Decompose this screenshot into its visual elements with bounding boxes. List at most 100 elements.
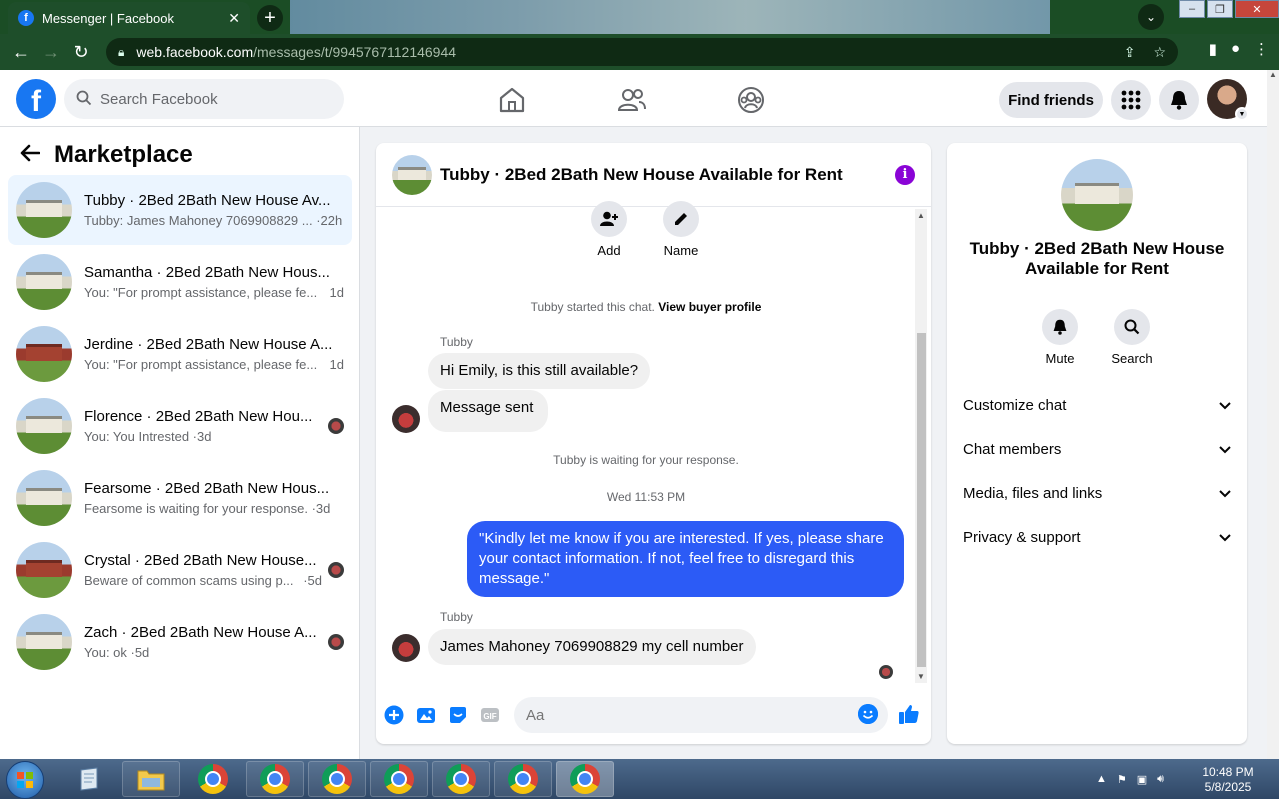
- sender-avatar[interactable]: [392, 405, 420, 433]
- listing-thumbnail: [16, 182, 72, 238]
- groups-icon[interactable]: [736, 85, 766, 115]
- scrollbar-thumb[interactable]: [917, 333, 926, 667]
- chat-item-jerdine[interactable]: Jerdine · 2Bed 2Bath New House A... You:…: [8, 319, 352, 389]
- chrome-icon[interactable]: [184, 761, 242, 797]
- scroll-up-arrow-icon[interactable]: ▲: [1267, 70, 1279, 79]
- share-icon[interactable]: ⇪: [1124, 44, 1136, 61]
- chat-time: 1d: [329, 357, 344, 372]
- tab-close-icon[interactable]: ✕: [228, 10, 240, 27]
- scroll-up-arrow-icon[interactable]: ▲: [915, 211, 927, 220]
- gif-icon[interactable]: GIF: [480, 705, 500, 725]
- scroll-down-arrow-icon[interactable]: ▼: [915, 672, 927, 681]
- listing-thumbnail[interactable]: [1061, 159, 1133, 231]
- chat-preview: Tubby: James Mahoney 7069908829 ... ·22h: [84, 213, 343, 228]
- volume-icon[interactable]: 🔊︎: [1157, 773, 1164, 786]
- listing-thumbnail: [16, 254, 72, 310]
- conversation-title[interactable]: Tubby · 2Bed 2Bath New House Available f…: [440, 165, 843, 185]
- search-in-chat-button[interactable]: Search: [1102, 309, 1162, 366]
- chat-started-notice: Tubby started this chat. View buyer prof…: [376, 300, 916, 314]
- outgoing-message[interactable]: "Kindly let me know if you are intereste…: [467, 521, 904, 597]
- windows-start-button[interactable]: [6, 761, 44, 799]
- chat-item-crystal[interactable]: Crystal · 2Bed 2Bath New House... Beware…: [8, 535, 352, 605]
- sticker-icon[interactable]: [448, 705, 468, 725]
- chat-preview: You: "For prompt assistance, please fe..…: [84, 285, 318, 300]
- facebook-logo-icon[interactable]: f: [16, 79, 56, 119]
- chrome-window-4-icon[interactable]: [432, 761, 490, 797]
- minimize-button[interactable]: –: [1179, 0, 1205, 18]
- thumbs-up-like-icon[interactable]: [898, 703, 920, 730]
- name-chat-button[interactable]: Name: [651, 201, 711, 258]
- chrome-window-2-icon[interactable]: [308, 761, 366, 797]
- incoming-message[interactable]: James Mahoney 7069908829 my cell number: [428, 629, 756, 665]
- account-avatar[interactable]: ▼: [1207, 79, 1249, 121]
- chrome-window-1-icon[interactable]: [246, 761, 304, 797]
- chrome-menu-icon[interactable]: ⋮: [1254, 40, 1269, 58]
- chat-name: Tubby · 2Bed 2Bath New House Av...: [84, 192, 331, 209]
- mute-button[interactable]: Mute: [1030, 309, 1090, 366]
- more-actions-plus-icon[interactable]: [384, 705, 404, 725]
- message-input[interactable]: [514, 697, 888, 733]
- row-label: Chat members: [963, 440, 1062, 458]
- profile-icon[interactable]: ●: [1231, 40, 1240, 58]
- add-label: Add: [597, 243, 621, 258]
- chat-name: Florence · 2Bed 2Bath New Hou...: [84, 408, 313, 425]
- home-icon[interactable]: [497, 85, 527, 115]
- sender-name: Tubby: [440, 610, 473, 624]
- find-friends-button[interactable]: Find friends: [999, 82, 1103, 118]
- incoming-message[interactable]: Hi Emily, is this still available?: [428, 353, 651, 389]
- view-buyer-profile-link[interactable]: View buyer profile: [658, 300, 761, 314]
- sender-avatar[interactable]: [392, 634, 420, 662]
- search-facebook-input[interactable]: Search Facebook: [64, 79, 344, 119]
- bookmark-star-icon[interactable]: ☆: [1153, 44, 1166, 61]
- incoming-message[interactable]: Message sent: [428, 390, 549, 432]
- privacy-support-row[interactable]: Privacy & support: [963, 519, 1231, 555]
- reload-icon[interactable]: ↻: [66, 42, 96, 63]
- chat-item-samantha[interactable]: Samantha · 2Bed 2Bath New Hous... You: "…: [8, 247, 352, 317]
- chat-item-fearsome[interactable]: Fearsome · 2Bed 2Bath New Hous... Fearso…: [8, 463, 352, 533]
- background-tabs[interactable]: [290, 0, 1050, 34]
- chat-item-florence[interactable]: Florence · 2Bed 2Bath New Hou... You: Yo…: [8, 391, 352, 461]
- photo-attach-icon[interactable]: [416, 705, 436, 725]
- chevron-down-icon: [1219, 485, 1231, 502]
- back-arrow-icon[interactable]: [20, 141, 41, 169]
- lock-icon[interactable]: 🔒︎: [118, 45, 124, 60]
- chat-preview: You: You Intrested ·3d: [84, 429, 212, 444]
- chat-members-row[interactable]: Chat members: [963, 431, 1231, 467]
- emoji-icon[interactable]: [858, 704, 878, 724]
- chat-item-tubby[interactable]: Tubby · 2Bed 2Bath New House Av... Tubby…: [8, 175, 352, 245]
- taskbar-clock[interactable]: 10:48 PM 5/8/2025: [1200, 765, 1256, 795]
- tab-search-icon[interactable]: ⌄: [1138, 4, 1164, 30]
- svg-text:GIF: GIF: [483, 712, 496, 721]
- file-explorer-icon[interactable]: [122, 761, 180, 797]
- action-center-flag-icon[interactable]: ⚑: [1117, 773, 1127, 786]
- chrome-window-3-icon[interactable]: [370, 761, 428, 797]
- url-host: web.facebook.com: [136, 44, 254, 60]
- chrome-window-active-icon[interactable]: [556, 761, 614, 797]
- info-icon[interactable]: i: [895, 164, 915, 185]
- new-tab-button[interactable]: +: [257, 5, 283, 31]
- maximize-button[interactable]: ❐: [1207, 0, 1233, 18]
- chrome-window-5-icon[interactable]: [494, 761, 552, 797]
- friends-icon[interactable]: [617, 85, 647, 115]
- customize-chat-row[interactable]: Customize chat: [963, 387, 1231, 423]
- forward-arrow-icon[interactable]: →: [36, 42, 66, 63]
- menu-grid-icon[interactable]: [1111, 80, 1151, 120]
- chat-name: Jerdine · 2Bed 2Bath New House A...: [84, 336, 333, 353]
- conversation-scrollbar[interactable]: ▲ ▼: [915, 209, 927, 683]
- show-hidden-icons-icon[interactable]: ▲: [1096, 773, 1107, 785]
- media-files-links-row[interactable]: Media, files and links: [963, 475, 1231, 511]
- notifications-bell-icon[interactable]: [1159, 80, 1199, 120]
- address-bar[interactable]: 🔒︎ web.facebook.com/messages/t/994576711…: [106, 38, 1178, 66]
- listing-thumbnail[interactable]: [392, 154, 432, 195]
- chat-item-zach[interactable]: Zach · 2Bed 2Bath New House A... You: ok…: [8, 607, 352, 677]
- tab-messenger[interactable]: f Messenger | Facebook ✕: [8, 2, 250, 34]
- back-arrow-icon[interactable]: ←: [6, 42, 36, 63]
- listing-thumbnail: [16, 542, 72, 598]
- close-window-button[interactable]: ✕: [1235, 0, 1279, 18]
- browser-toolbar: ← → ↻ 🔒︎ web.facebook.com/messages/t/994…: [0, 34, 1279, 70]
- notepad-icon[interactable]: [60, 761, 118, 797]
- page-scrollbar[interactable]: ▲: [1267, 70, 1279, 759]
- side-panel-icon[interactable]: ▮: [1209, 40, 1217, 58]
- add-people-button[interactable]: Add: [579, 201, 639, 258]
- network-icon[interactable]: ▣: [1137, 773, 1147, 786]
